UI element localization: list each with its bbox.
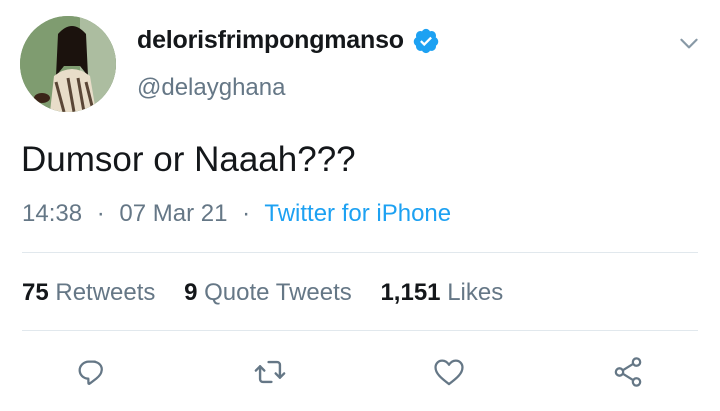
avatar[interactable] xyxy=(20,16,116,112)
chevron-down-icon[interactable] xyxy=(676,30,702,56)
meta-separator: · xyxy=(96,200,105,227)
user-name-row[interactable]: delorisfrimpongmanso xyxy=(137,26,440,55)
tweet-text: Dumsor or Naaah??? xyxy=(21,140,356,179)
share-button[interactable] xyxy=(611,355,645,389)
tweet-time[interactable]: 14:38 xyxy=(22,200,82,227)
user-handle[interactable]: @delayghana xyxy=(137,74,285,102)
reply-button[interactable] xyxy=(74,355,108,389)
tweet-stats: 75 Retweets 9 Quote Tweets 1,151 Likes xyxy=(22,279,503,307)
display-name[interactable]: delorisfrimpongmanso xyxy=(137,26,404,55)
likes-count: 1,151 xyxy=(380,279,441,306)
likes-label: Likes xyxy=(447,279,504,306)
heart-icon xyxy=(434,359,464,386)
like-button[interactable] xyxy=(432,355,466,389)
avatar-image xyxy=(20,16,116,112)
retweets-label: Retweets xyxy=(55,279,156,306)
retweets-count: 75 xyxy=(22,279,49,306)
likes-stat[interactable]: 1,151 Likes xyxy=(380,279,503,306)
retweets-stat[interactable]: 75 Retweets xyxy=(22,279,155,306)
tweet-source-link[interactable]: Twitter for iPhone xyxy=(264,200,451,227)
verified-badge-icon xyxy=(413,28,439,53)
meta-separator: · xyxy=(242,200,251,227)
tweet-date[interactable]: 07 Mar 21 xyxy=(119,200,227,227)
divider xyxy=(22,330,698,331)
share-icon xyxy=(614,357,642,387)
tweet-meta: 14:38 · 07 Mar 21 · Twitter for iPhone xyxy=(22,200,451,228)
divider xyxy=(22,252,698,253)
reply-icon xyxy=(78,360,103,385)
quote-count: 9 xyxy=(184,279,198,306)
quote-tweets-stat[interactable]: 9 Quote Tweets xyxy=(184,279,352,306)
retweet-button[interactable] xyxy=(253,355,287,389)
retweet-icon xyxy=(254,360,286,384)
quote-label: Quote Tweets xyxy=(204,279,352,306)
